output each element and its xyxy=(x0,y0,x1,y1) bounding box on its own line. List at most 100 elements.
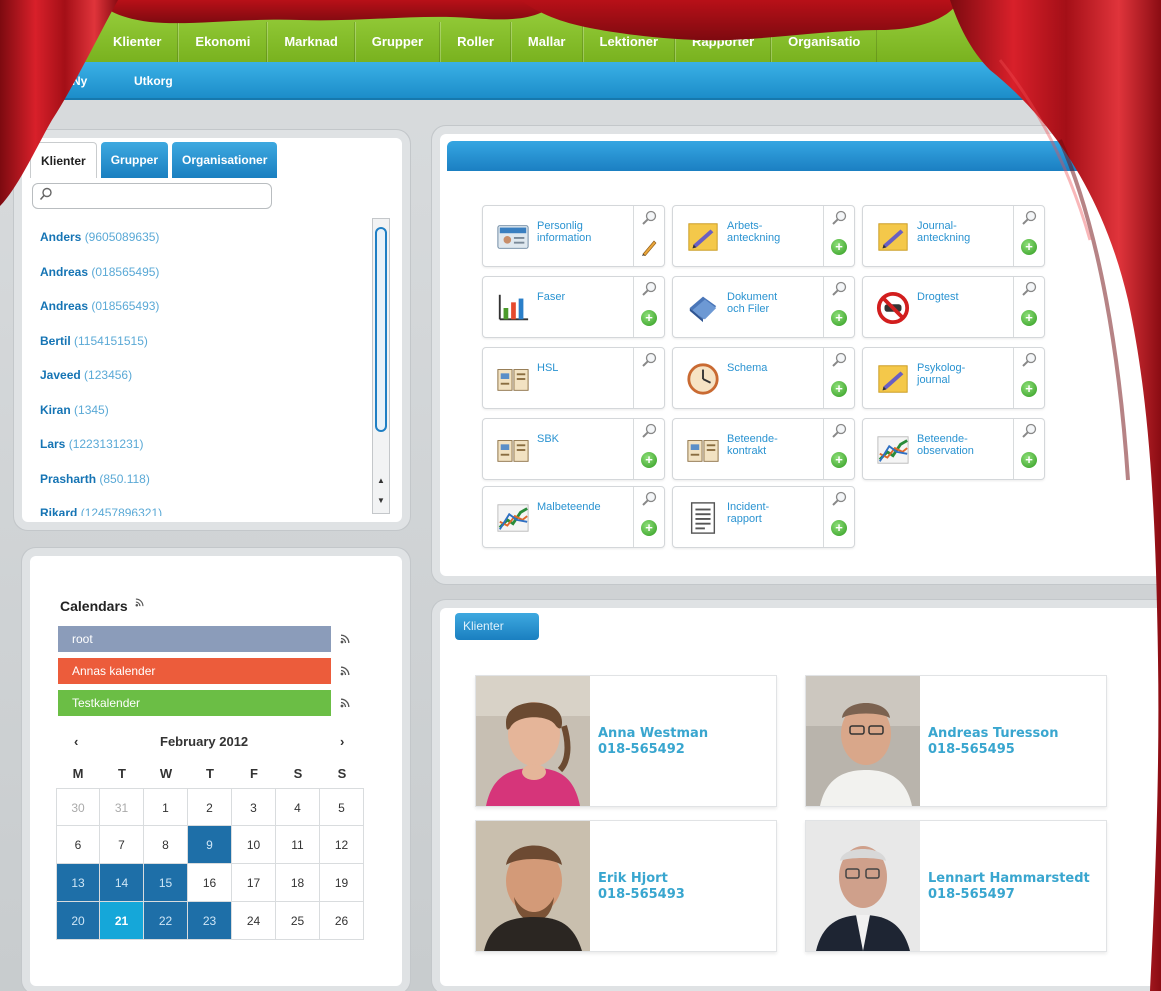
add-icon[interactable]: + xyxy=(831,520,847,536)
client-list-item[interactable]: Lars (1223131231) xyxy=(40,427,370,462)
action-tile-main[interactable]: Incident- rapport xyxy=(673,487,824,547)
action-tile-main[interactable]: Journal- anteckning xyxy=(863,206,1014,266)
calendar-day[interactable]: 19 xyxy=(320,864,364,902)
nav-tab-klienter[interactable]: Klienter xyxy=(0,22,179,62)
add-icon[interactable]: + xyxy=(641,452,657,468)
edit-icon[interactable] xyxy=(641,238,657,256)
action-tile-main[interactable]: Dokument och Filer xyxy=(673,277,824,337)
calendar-day[interactable]: 6 xyxy=(56,826,100,864)
add-icon[interactable]: + xyxy=(641,520,657,536)
calendar-day[interactable]: 4 xyxy=(276,788,320,826)
action-tile-main[interactable]: Beteende- observation xyxy=(863,419,1014,479)
rss-icon[interactable] xyxy=(340,666,350,676)
calendar-day[interactable]: 8 xyxy=(144,826,188,864)
action-tile[interactable]: SBK + xyxy=(482,418,665,480)
action-tile-main[interactable]: Personlig information xyxy=(483,206,634,266)
action-tile-main[interactable]: HSL xyxy=(483,348,634,408)
add-icon[interactable]: + xyxy=(1021,381,1037,397)
action-tile[interactable]: Beteende- kontrakt + xyxy=(672,418,855,480)
nav-tab-marknad[interactable]: Marknad xyxy=(267,22,355,62)
view-icon[interactable] xyxy=(1021,352,1037,368)
contact-card[interactable]: Lennart Hammarstedt 018-565497 xyxy=(805,820,1107,952)
client-list-item[interactable]: Javeed (123456) xyxy=(40,358,370,393)
action-tile-main[interactable]: Psykolog- journal xyxy=(863,348,1014,408)
rss-icon[interactable] xyxy=(340,698,350,708)
scrollbar-thumb[interactable] xyxy=(375,227,387,432)
add-icon[interactable]: + xyxy=(1021,239,1037,255)
add-icon[interactable]: + xyxy=(1021,452,1037,468)
rss-icon[interactable] xyxy=(135,598,144,607)
nav-tab-ekonomi[interactable]: Ekonomi xyxy=(178,22,268,62)
view-icon[interactable] xyxy=(641,491,657,507)
action-tile[interactable]: Schema + xyxy=(672,347,855,409)
view-icon[interactable] xyxy=(1021,281,1037,297)
calendar-next-button[interactable]: › xyxy=(340,734,344,749)
view-icon[interactable] xyxy=(831,423,847,439)
calendar-day[interactable]: 18 xyxy=(276,864,320,902)
nav-tab-mallar[interactable]: Mallar xyxy=(510,22,583,62)
action-tile-main[interactable]: Arbets- anteckning xyxy=(673,206,824,266)
calendar-day[interactable]: 31 xyxy=(100,788,144,826)
add-icon[interactable]: + xyxy=(641,310,657,326)
tab-organisationer[interactable]: Organisationer xyxy=(172,142,278,178)
add-icon[interactable]: + xyxy=(1021,310,1037,326)
action-tile-main[interactable]: Beteende- kontrakt xyxy=(673,419,824,479)
client-list-item[interactable]: Prasharth (850.118) xyxy=(40,462,370,497)
client-list-item[interactable]: Andreas (018565495) xyxy=(40,255,370,290)
action-tile[interactable]: Drogtest + xyxy=(862,276,1045,338)
view-icon[interactable] xyxy=(831,491,847,507)
nav-tab-lektioner[interactable]: Lektioner xyxy=(582,22,676,62)
action-tile[interactable]: Dokument och Filer + xyxy=(672,276,855,338)
calendar-day[interactable]: 13 xyxy=(56,864,100,902)
contact-card[interactable]: Anna Westman 018-565492 xyxy=(475,675,777,807)
subnav-utkorg[interactable]: Utkorg xyxy=(134,62,173,100)
view-icon[interactable] xyxy=(641,210,657,226)
calendar-item[interactable]: Annas kalender xyxy=(58,658,331,684)
client-list-item[interactable]: Kiran (1345) xyxy=(40,393,370,428)
calendar-day[interactable]: 20 xyxy=(56,902,100,940)
view-icon[interactable] xyxy=(1021,423,1037,439)
action-tile[interactable]: Arbets- anteckning + xyxy=(672,205,855,267)
calendar-day[interactable]: 30 xyxy=(56,788,100,826)
view-icon[interactable] xyxy=(641,352,657,368)
calendar-day[interactable]: 16 xyxy=(188,864,232,902)
nav-tab-rapporter[interactable]: Rapporter xyxy=(675,22,772,62)
action-tile-main[interactable]: Drogtest xyxy=(863,277,1014,337)
tab-klienter[interactable]: Klienter xyxy=(30,142,97,178)
calendar-day[interactable]: 10 xyxy=(232,826,276,864)
nav-tab-organisation[interactable]: Organisatio xyxy=(771,22,878,62)
tab-grupper[interactable]: Grupper xyxy=(100,142,169,178)
action-tile[interactable]: Journal- anteckning + xyxy=(862,205,1045,267)
calendar-day[interactable]: 7 xyxy=(100,826,144,864)
calendar-day[interactable]: 15 xyxy=(144,864,188,902)
client-list-item[interactable]: Anders (9605089635) xyxy=(40,220,370,255)
view-icon[interactable] xyxy=(1021,210,1037,226)
nav-tab-grupper[interactable]: Grupper xyxy=(354,22,441,62)
view-icon[interactable] xyxy=(831,281,847,297)
calendar-day[interactable]: 25 xyxy=(276,902,320,940)
action-tile[interactable]: HSL xyxy=(482,347,665,409)
calendar-day[interactable]: 3 xyxy=(232,788,276,826)
calendar-day[interactable]: 24 xyxy=(232,902,276,940)
client-list-item[interactable]: Rikard (12457896321) xyxy=(40,496,370,516)
scroll-down-icon[interactable]: ▼ xyxy=(375,495,387,507)
client-list-item[interactable]: Bertil (1154151515) xyxy=(40,324,370,359)
subnav-ny[interactable]: Ny xyxy=(72,62,87,100)
calendar-day[interactable]: 21 xyxy=(100,902,144,940)
calendar-prev-button[interactable]: ‹ xyxy=(74,734,78,749)
calendar-day[interactable]: 17 xyxy=(232,864,276,902)
add-icon[interactable]: + xyxy=(831,452,847,468)
action-tile[interactable]: Personlig information xyxy=(482,205,665,267)
rss-icon[interactable] xyxy=(340,634,350,644)
calendar-day[interactable]: 26 xyxy=(320,902,364,940)
client-list-scrollbar[interactable]: ▲ ▼ xyxy=(372,218,390,514)
client-search-input[interactable] xyxy=(32,183,272,209)
nav-tab-roller[interactable]: Roller xyxy=(440,22,511,62)
add-icon[interactable]: + xyxy=(831,381,847,397)
calendar-day[interactable]: 5 xyxy=(320,788,364,826)
action-tile-main[interactable]: Faser xyxy=(483,277,634,337)
contact-card[interactable]: Erik Hjort 018-565493 xyxy=(475,820,777,952)
calendar-day[interactable]: 2 xyxy=(188,788,232,826)
action-tile[interactable]: Malbeteende + xyxy=(482,486,665,548)
action-tile[interactable]: Psykolog- journal + xyxy=(862,347,1045,409)
